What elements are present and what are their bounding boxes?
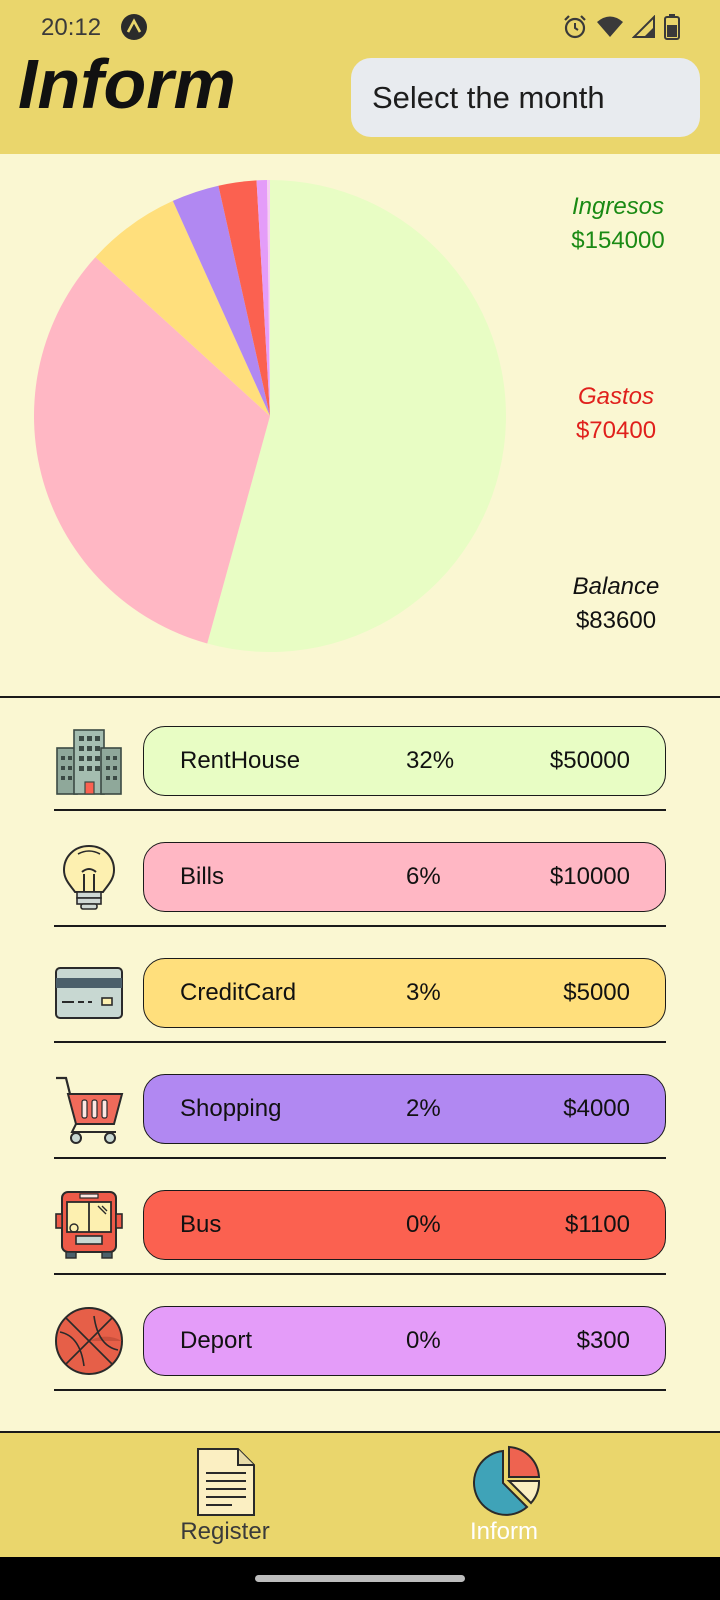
system-navigation-bar: [0, 1557, 720, 1600]
category-row-creditcard: CreditCard 3% $5000: [54, 930, 666, 1046]
signal-icon: [632, 15, 655, 38]
category-amount: $10000: [549, 863, 630, 890]
row-divider: [54, 1157, 666, 1159]
gastos-value: $70400: [575, 417, 657, 444]
bottom-navigation: Register Inform: [0, 1431, 720, 1557]
category-name: CreditCard: [180, 979, 297, 1006]
category-pill-renthouse[interactable]: RentHouse 32% $50000: [143, 726, 666, 796]
document-icon: [197, 1448, 255, 1516]
lightbulb-icon: [62, 844, 116, 910]
gastos-label: Gastos: [577, 383, 655, 410]
category-percent: 2%: [406, 1095, 441, 1122]
summary-gastos: Gastos $70400: [516, 380, 716, 448]
summary-ingresos: Ingresos $154000: [518, 190, 718, 258]
category-pill-bus[interactable]: Bus 0% $1100: [143, 1190, 666, 1260]
row-divider: [54, 1389, 666, 1391]
category-name: Bills: [180, 863, 225, 890]
row-divider: [54, 1273, 666, 1275]
summary-balance: Balance $83600: [516, 570, 716, 638]
category-name: Deport: [180, 1327, 253, 1354]
nav-inform-tab[interactable]: Inform: [404, 1433, 604, 1559]
shopping-cart-icon: [56, 1076, 124, 1144]
category-row-deport: Deport 0% $300: [54, 1278, 666, 1394]
expense-pie-chart: [33, 180, 506, 652]
nav-inform-label: Inform: [469, 1518, 538, 1545]
category-row-bus: Bus 0% $1100: [54, 1162, 666, 1278]
category-pill-creditcard[interactable]: CreditCard 3% $5000: [143, 958, 666, 1028]
category-name: RentHouse: [180, 747, 301, 774]
category-pill-shopping[interactable]: Shopping 2% $4000: [143, 1074, 666, 1144]
wifi-icon: [597, 16, 623, 37]
category-amount: $300: [576, 1327, 630, 1354]
category-name: Shopping: [180, 1095, 282, 1122]
category-amount: $50000: [549, 747, 630, 774]
app-header: 20:12 Inform Select the month: [0, 0, 720, 154]
row-divider: [54, 1041, 666, 1043]
pie-chart-icon: [473, 1445, 541, 1516]
credit-card-icon: [55, 967, 123, 1019]
alarm-icon: [564, 15, 586, 39]
bus-icon: [55, 1191, 123, 1259]
category-percent: 0%: [406, 1211, 441, 1238]
category-percent: 3%: [406, 979, 441, 1006]
chart-area: Ingresos $154000 Gastos $70400 Balance $…: [0, 154, 720, 697]
category-amount: $5000: [563, 979, 630, 1006]
category-percent: 0%: [406, 1327, 441, 1354]
page-title: Inform: [18, 45, 236, 123]
category-name: Bus: [180, 1211, 222, 1238]
category-amount: $1100: [565, 1211, 630, 1238]
row-divider: [54, 925, 666, 927]
balance-label: Balance: [572, 573, 660, 600]
nav-register-tab[interactable]: Register: [125, 1433, 325, 1559]
ingresos-value: $154000: [571, 227, 665, 254]
balance-value: $83600: [575, 607, 657, 634]
category-percent: 6%: [406, 863, 441, 890]
category-pill-deport[interactable]: Deport 0% $300: [143, 1306, 666, 1376]
status-time: 20:12: [41, 14, 102, 41]
category-amount: $4000: [563, 1095, 630, 1122]
ingresos-label: Ingresos: [571, 193, 665, 220]
building-icon: [56, 729, 122, 795]
gesture-handle[interactable]: [255, 1575, 465, 1582]
basketball-icon: [55, 1307, 123, 1375]
select-month-button[interactable]: Select the month: [351, 58, 700, 137]
battery-icon: [664, 14, 680, 40]
category-row-renthouse: RentHouse 32% $50000: [54, 698, 666, 814]
app-notification-icon: [121, 14, 147, 40]
category-row-bills: Bills 6% $10000: [54, 814, 666, 930]
category-percent: 32%: [406, 747, 455, 774]
nav-register-label: Register: [180, 1518, 270, 1545]
system-icons: [562, 13, 680, 41]
category-row-shopping: Shopping 2% $4000: [54, 1046, 666, 1162]
row-divider: [54, 809, 666, 811]
category-pill-bills[interactable]: Bills 6% $10000: [143, 842, 666, 912]
